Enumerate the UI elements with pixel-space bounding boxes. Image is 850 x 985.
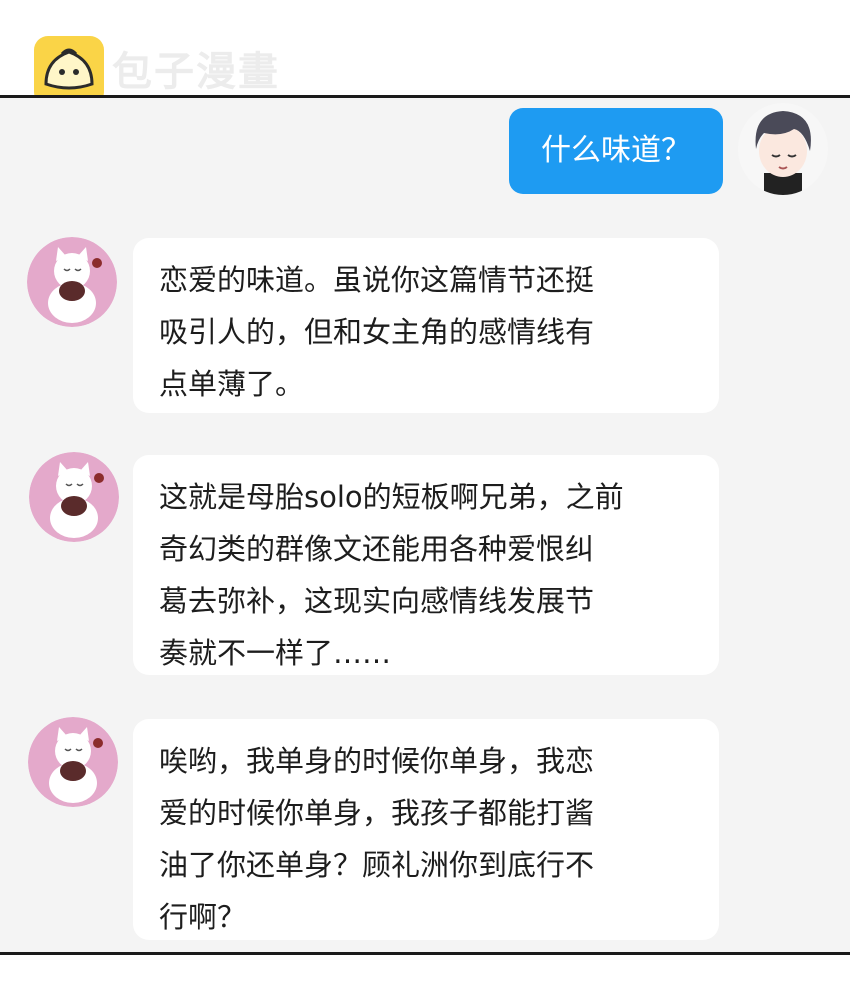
incoming-message-bubble: 这就是母胎solo的短板啊兄弟，之前 奇幻类的群像文还能用各种爱恨纠 葛去弥补，… — [133, 455, 719, 675]
boy-avatar[interactable] — [738, 103, 828, 195]
outgoing-message-bubble: 什么味道？ — [509, 108, 723, 194]
watermark-header: 包子漫畫 — [0, 0, 850, 106]
brand-name: 包子漫畫 — [112, 49, 280, 95]
chat-panel: 什么味道？ 恋爱的味道。虽说你这篇情节还挺 吸引人的，但和女主角的感情线有 点单… — [0, 95, 850, 955]
incoming-message-bubble: 唉哟，我单身的时候你单身，我恋 爱的时候你单身，我孩子都能打酱 油了你还单身？顾… — [133, 719, 719, 940]
cat-avatar[interactable] — [28, 717, 118, 807]
cat-avatar[interactable] — [27, 237, 117, 327]
cat-avatar[interactable] — [29, 452, 119, 542]
incoming-message-bubble: 恋爱的味道。虽说你这篇情节还挺 吸引人的，但和女主角的感情线有 点单薄了。 — [133, 238, 719, 413]
